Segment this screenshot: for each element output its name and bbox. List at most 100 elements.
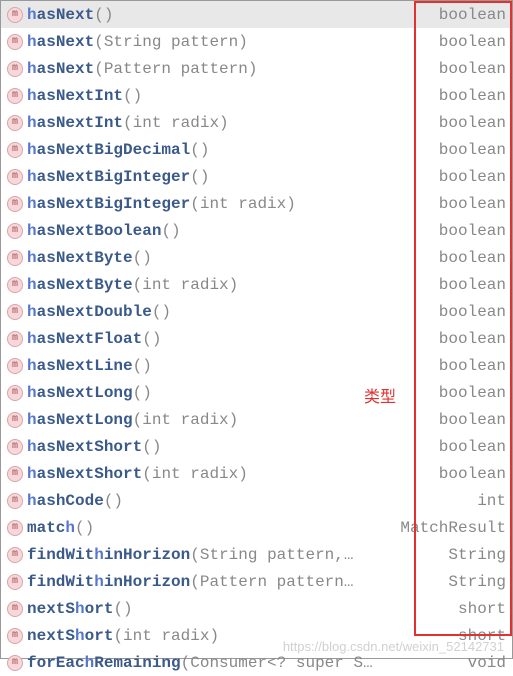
method-icon: m bbox=[7, 331, 23, 347]
completion-item[interactable]: mhasNext()boolean bbox=[1, 1, 512, 28]
method-name-match: h bbox=[27, 438, 37, 456]
completion-item[interactable]: mhasNext(String pattern)boolean bbox=[1, 28, 512, 55]
completion-item[interactable]: mfindWithinHorizon(Pattern pattern…Strin… bbox=[1, 568, 512, 595]
method-signature: hasNextShort() bbox=[27, 438, 161, 456]
method-name-prefix: forEac bbox=[27, 654, 85, 672]
method-signature: hasNextLine() bbox=[27, 357, 152, 375]
method-icon: m bbox=[7, 466, 23, 482]
method-icon: m bbox=[7, 601, 23, 617]
method-params: () bbox=[190, 141, 209, 159]
completion-item[interactable]: mhasNextShort()boolean bbox=[1, 433, 512, 460]
method-signature: hasNextBigInteger() bbox=[27, 168, 209, 186]
method-name-rest: asNextLong bbox=[37, 411, 133, 429]
method-params: () bbox=[142, 438, 161, 456]
method-params: () bbox=[123, 87, 142, 105]
completion-item[interactable]: mfindWithinHorizon(String pattern,…Strin… bbox=[1, 541, 512, 568]
method-name-match: h bbox=[27, 6, 37, 24]
method-params: (String pattern) bbox=[94, 33, 248, 51]
method-name-match: h bbox=[27, 465, 37, 483]
completion-item[interactable]: mhashCode()int bbox=[1, 487, 512, 514]
method-icon: m bbox=[7, 223, 23, 239]
method-signature: hasNextBoolean() bbox=[27, 222, 181, 240]
completion-item[interactable]: mhasNextLong()boolean bbox=[1, 379, 512, 406]
method-name-match: h bbox=[27, 303, 37, 321]
method-name-match: h bbox=[27, 33, 37, 51]
return-type: boolean bbox=[431, 330, 506, 348]
completion-item[interactable]: mhasNextByte() boolean bbox=[1, 244, 512, 271]
method-icon: m bbox=[7, 412, 23, 428]
method-signature: hasNextByte(int radix) bbox=[27, 276, 238, 294]
return-type: String bbox=[440, 546, 506, 564]
method-name-rest: inHorizon bbox=[104, 573, 190, 591]
method-name-match: h bbox=[27, 330, 37, 348]
method-params: () bbox=[94, 6, 113, 24]
return-type: boolean bbox=[431, 303, 506, 321]
method-name-match: h bbox=[27, 357, 37, 375]
method-signature: hasNextBigInteger(int radix) bbox=[27, 195, 296, 213]
method-name-match: h bbox=[27, 87, 37, 105]
method-params: (Pattern pattern) bbox=[94, 60, 257, 78]
method-icon: m bbox=[7, 7, 23, 23]
completion-item[interactable]: mforEachRemaining(Consumer<? super S…voi… bbox=[1, 649, 512, 676]
completion-item[interactable]: mhasNextByte(int radix)boolean bbox=[1, 271, 512, 298]
method-name-rest: asNextByte bbox=[37, 276, 133, 294]
completion-popup: mhasNext()booleanmhasNext(String pattern… bbox=[0, 0, 513, 659]
completion-item[interactable]: mhasNextInt()boolean bbox=[1, 82, 512, 109]
method-icon: m bbox=[7, 34, 23, 50]
method-params: (int radix) bbox=[113, 627, 219, 645]
method-signature: hasNextInt(int radix) bbox=[27, 114, 229, 132]
method-icon: m bbox=[7, 574, 23, 590]
completion-item[interactable]: mhasNextBoolean()boolean bbox=[1, 217, 512, 244]
return-type: int bbox=[469, 492, 506, 510]
completion-item[interactable]: mhasNextBigInteger()boolean bbox=[1, 163, 512, 190]
method-name-rest: asNextBigInteger bbox=[37, 168, 191, 186]
completion-item[interactable]: mnextShort(int radix)short bbox=[1, 622, 512, 649]
return-type: short bbox=[450, 600, 506, 618]
method-icon: m bbox=[7, 250, 23, 266]
completion-item[interactable]: mnextShort()short bbox=[1, 595, 512, 622]
method-signature: hasNextByte() bbox=[27, 249, 152, 267]
method-name-match: h bbox=[27, 411, 37, 429]
method-signature: hasNextShort(int radix) bbox=[27, 465, 248, 483]
method-signature: hasNextDouble() bbox=[27, 303, 171, 321]
method-name-match: h bbox=[27, 276, 37, 294]
method-icon: m bbox=[7, 358, 23, 374]
method-icon: m bbox=[7, 115, 23, 131]
completion-item[interactable]: mhasNextLine()boolean bbox=[1, 352, 512, 379]
return-type: boolean bbox=[431, 249, 506, 267]
method-name-rest: inHorizon bbox=[104, 546, 190, 564]
method-name-prefix: nextS bbox=[27, 600, 75, 618]
completion-item[interactable]: mhasNext(Pattern pattern)boolean bbox=[1, 55, 512, 82]
method-name-rest: asNextLong bbox=[37, 384, 133, 402]
completion-item[interactable]: mhasNextBigInteger(int radix)boolean bbox=[1, 190, 512, 217]
completion-item[interactable]: mhasNextLong(int radix)boolean bbox=[1, 406, 512, 433]
return-type: boolean bbox=[431, 411, 506, 429]
method-params: () bbox=[142, 330, 161, 348]
completion-item[interactable]: mhasNextBigDecimal()boolean bbox=[1, 136, 512, 163]
return-type: String bbox=[440, 573, 506, 591]
completion-item[interactable]: mhasNextDouble()boolean bbox=[1, 298, 512, 325]
method-signature: hasNext() bbox=[27, 6, 113, 24]
method-name-rest: asNextBoolean bbox=[37, 222, 162, 240]
completion-item[interactable]: mmatch()MatchResult bbox=[1, 514, 512, 541]
method-name-rest: asNextBigDecimal bbox=[37, 141, 191, 159]
method-name-match: h bbox=[27, 195, 37, 213]
method-name-match: h bbox=[27, 60, 37, 78]
method-name-match: h bbox=[75, 627, 85, 645]
method-params: () bbox=[133, 357, 152, 375]
completion-item[interactable]: mhasNextInt(int radix)boolean bbox=[1, 109, 512, 136]
return-type: boolean bbox=[431, 195, 506, 213]
completion-item[interactable]: mhasNextFloat()boolean bbox=[1, 325, 512, 352]
method-name-match: h bbox=[27, 492, 37, 510]
method-name-rest: asNextInt bbox=[37, 87, 123, 105]
method-icon: m bbox=[7, 655, 23, 671]
method-params: () bbox=[133, 249, 152, 267]
method-name-match: h bbox=[27, 222, 37, 240]
method-params: (int radix) bbox=[142, 465, 248, 483]
completion-item[interactable]: mhasNextShort(int radix)boolean bbox=[1, 460, 512, 487]
return-type: boolean bbox=[431, 438, 506, 456]
method-name-match: h bbox=[75, 600, 85, 618]
method-signature: hasNextLong() bbox=[27, 384, 152, 402]
method-name-match: h bbox=[27, 114, 37, 132]
method-name-match: h bbox=[65, 519, 75, 537]
